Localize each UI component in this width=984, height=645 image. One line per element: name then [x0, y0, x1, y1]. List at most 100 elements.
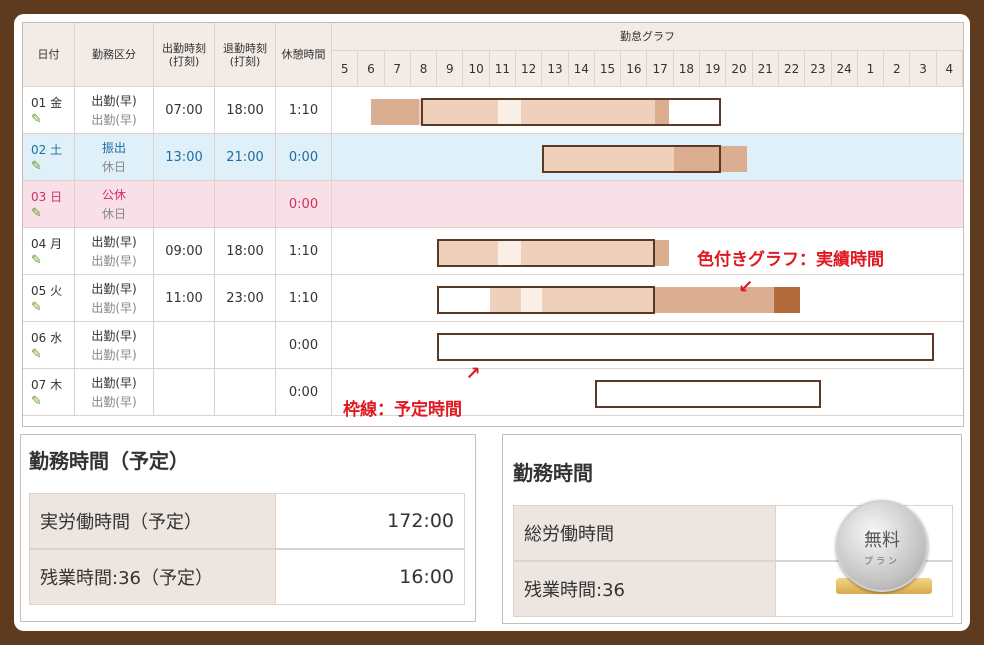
actual-time-bar: [655, 240, 669, 266]
break-time: 0:00: [288, 384, 319, 400]
date-label: 03 日: [31, 190, 63, 204]
break-time: 1:10: [288, 102, 319, 118]
date-cell: 06 水 ✎: [23, 322, 75, 368]
break-time: 1:10: [288, 290, 319, 306]
clock-out-cell: 23:00: [215, 275, 276, 321]
clock-out-time: 18:00: [226, 102, 264, 118]
clock-out-time: 18:00: [226, 243, 264, 259]
graph-cell: [332, 134, 963, 180]
pencil-icon[interactable]: ✎: [31, 301, 42, 314]
pencil-icon[interactable]: ✎: [31, 207, 42, 220]
clock-out-time: 21:00: [226, 149, 264, 165]
stat-planned-work: 実労働時間（予定） 172:00: [29, 493, 465, 549]
clock-in-time: 13:00: [165, 149, 203, 165]
date-cell: 05 火 ✎: [23, 275, 75, 321]
header-kind: 勤務区分: [75, 23, 154, 86]
planned-hours-panel: 勤務時間（予定） 実労働時間（予定） 172:00 残業時間:36（予定） 16…: [20, 434, 476, 622]
actual-time-bar: [655, 287, 774, 313]
kind-cell: 出勤(早) 出勤(早): [75, 87, 154, 133]
break-time: 0:00: [288, 196, 319, 212]
actual-panel-title: 勤務時間: [513, 461, 593, 485]
clock-out-time: 23:00: [226, 290, 264, 306]
planned-time-box: [437, 333, 935, 361]
table-row: 07 木 ✎ 出勤(早) 出勤(早) 0:00: [23, 369, 963, 416]
date-label: 06 水: [31, 331, 63, 345]
kind-cell: 出勤(早) 出勤(早): [75, 275, 154, 321]
break-cell: 0:00: [276, 322, 332, 368]
graph-title: 勤怠グラフ: [332, 23, 963, 51]
date-cell: 01 金 ✎: [23, 87, 75, 133]
pencil-icon[interactable]: ✎: [31, 254, 42, 267]
kind-secondary: 出勤(早): [91, 395, 137, 409]
actual-time-bar: [371, 99, 419, 125]
header-kind-label: 勤務区分: [92, 48, 136, 61]
date-label: 01 金: [31, 96, 63, 110]
header-break-label: 休憩時間: [281, 48, 326, 61]
planned-time-box: [594, 380, 821, 408]
kind-secondary: 出勤(早): [91, 254, 137, 268]
table-row: 06 水 ✎ 出勤(早) 出勤(早) 0:00: [23, 322, 963, 369]
date-cell: 07 木 ✎: [23, 369, 75, 415]
hour-label: 19: [700, 51, 727, 87]
badge-main-text: 無料: [864, 529, 900, 551]
clock-out-cell: [215, 181, 276, 227]
break-cell: 0:00: [276, 369, 332, 415]
kind-secondary: 休日: [101, 160, 126, 174]
pencil-icon[interactable]: ✎: [31, 395, 42, 408]
hour-label: 24: [832, 51, 858, 87]
graph-cell: [332, 181, 963, 227]
header-clock-out-sub: (打刻): [229, 54, 261, 68]
table-row: 03 日 ✎ 公休休日 0:00: [23, 181, 963, 228]
table-row: 05 火 ✎ 出勤(早) 出勤(早) 11:00 23:00 1:10: [23, 275, 963, 322]
kind-primary: 出勤(早): [91, 94, 137, 108]
planned-panel-title: 勤務時間（予定）: [29, 449, 189, 473]
break-cell: 1:10: [276, 228, 332, 274]
hour-label: 20: [726, 51, 753, 87]
clock-in-time: 09:00: [165, 243, 203, 259]
hour-label: 7: [385, 51, 411, 87]
pencil-icon[interactable]: ✎: [31, 113, 42, 126]
kind-secondary: 出勤(早): [91, 113, 137, 127]
clock-in-cell: 11:00: [154, 275, 215, 321]
planned-time-box: [542, 145, 722, 173]
kind-secondary: 休日: [101, 207, 126, 221]
kind-primary: 出勤(早): [91, 235, 137, 249]
table-row: 01 金 ✎ 出勤(早) 出勤(早) 07:00 18:00 1:10: [23, 87, 963, 134]
hour-label: 3: [910, 51, 937, 87]
table-row: 02 土 ✎ 振出 休日 13:00 21:00 0:00: [23, 134, 963, 181]
header-clock-out-label: 退勤時刻: [223, 41, 267, 55]
stat-value: 172:00: [387, 510, 454, 532]
clock-in-time: 07:00: [165, 102, 203, 118]
break-cell: 1:10: [276, 87, 332, 133]
clock-in-cell: [154, 181, 215, 227]
hour-label: 5: [332, 51, 359, 87]
hour-label: 4: [937, 51, 963, 87]
planned-time-box: [437, 239, 656, 267]
stat-value: 16:00: [399, 566, 454, 588]
hour-label: 17: [648, 51, 674, 87]
date-label: 07 木: [31, 378, 63, 392]
clock-out-cell: 18:00: [215, 228, 276, 274]
hour-label: 11: [490, 51, 517, 87]
pencil-icon[interactable]: ✎: [31, 348, 42, 361]
clock-out-cell: [215, 369, 276, 415]
break-cell: 0:00: [276, 134, 332, 180]
header-clock-in: 出勤時刻 (打刻): [154, 23, 215, 86]
break-cell: 1:10: [276, 275, 332, 321]
kind-primary: 公休: [101, 188, 126, 202]
kind-cell: 出勤(早) 出勤(早): [75, 228, 154, 274]
hour-label: 14: [569, 51, 595, 87]
stat-label: 総労働時間: [514, 506, 776, 560]
graph-cell: [332, 322, 963, 368]
badge-sub-text: プラン: [863, 556, 900, 567]
break-cell: 0:00: [276, 181, 332, 227]
graph-cell: [332, 87, 963, 133]
pencil-icon[interactable]: ✎: [31, 160, 42, 173]
stat-label: 残業時間:36（予定）: [30, 550, 276, 604]
hour-label: 10: [463, 51, 490, 87]
hour-label: 16: [621, 51, 648, 87]
hour-label: 1: [858, 51, 885, 87]
break-time: 0:00: [288, 149, 319, 165]
stat-label: 残業時間:36: [514, 562, 776, 616]
kind-primary: 出勤(早): [91, 329, 137, 343]
